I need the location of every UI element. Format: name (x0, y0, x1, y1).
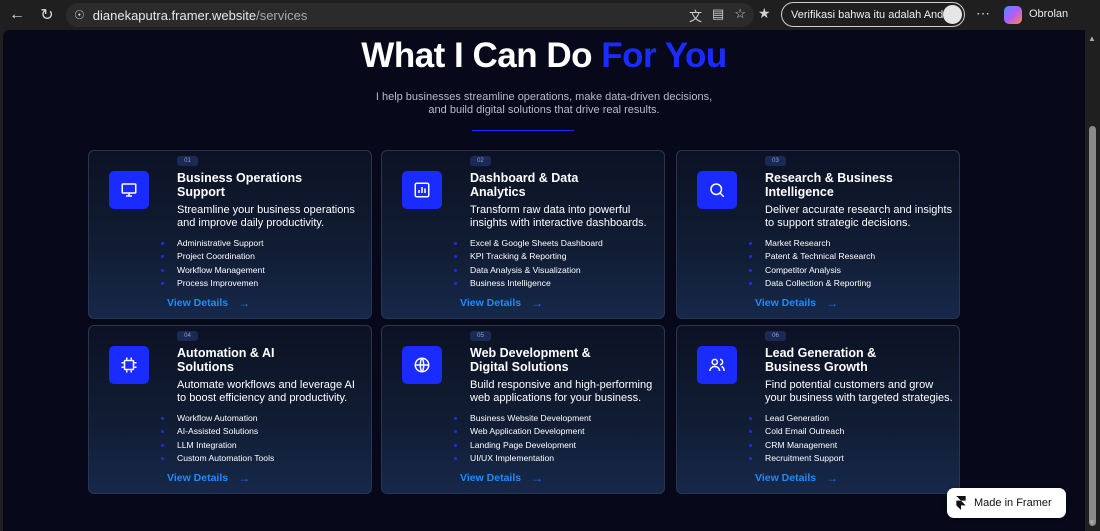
arrow-right-icon: → (238, 296, 251, 310)
list-item: Landing Page Development (454, 439, 591, 452)
list-item: Process Improvemen (161, 277, 265, 290)
globe-icon (402, 346, 442, 384)
url-text: dianekaputra.framer.website/services (92, 7, 308, 23)
scroll-up-icon[interactable]: ▲ (1088, 34, 1096, 43)
view-details-link[interactable]: View Details → (755, 471, 838, 485)
page-subtitle: I help businesses streamline operations,… (375, 91, 713, 116)
card-description: Streamline your business operations and i… (177, 204, 355, 229)
bar-chart-icon (402, 171, 442, 209)
card-number: 03 (765, 156, 786, 166)
card-description: Find potential customers and grow your bu… (765, 379, 953, 404)
card-title: Automation & AI Solutions (177, 346, 275, 374)
card-description: Automate workflows and leverage AI to boo… (177, 379, 355, 404)
copilot-label[interactable]: Obrolan (1029, 8, 1068, 20)
list-item: Recruitment Support (749, 452, 844, 465)
view-details-link[interactable]: View Details → (755, 296, 838, 310)
card-number: 05 (470, 331, 491, 341)
service-card-web-development[interactable]: 05 Web Development & Digital Solutions Bu… (381, 325, 665, 494)
card-title: Lead Generation & Business Growth (765, 346, 877, 374)
list-item: Excel & Google Sheets Dashboard (454, 237, 603, 250)
back-icon[interactable]: ← (4, 2, 30, 28)
card-description: Transform raw data into powerful insights… (470, 204, 647, 229)
reader-mode-icon[interactable]: ▤ (712, 6, 724, 25)
card-feature-list: Excel & Google Sheets Dashboard KPI Trac… (454, 237, 603, 291)
card-number: 02 (470, 156, 491, 166)
translate-icon[interactable]: 文 (689, 6, 702, 25)
list-item: Custom Automation Tools (161, 452, 274, 465)
page-scrollbar[interactable]: ▲ ▼ (1085, 30, 1100, 531)
monitor-icon (109, 171, 149, 209)
framer-logo-icon (956, 496, 966, 510)
view-details-link[interactable]: View Details → (460, 471, 543, 485)
card-feature-list: Lead Generation Cold Email Outreach CRM … (749, 412, 844, 466)
card-title: Dashboard & Data Analytics (470, 171, 579, 199)
scroll-down-icon[interactable]: ▼ (1088, 518, 1096, 527)
favorites-bar-icon[interactable]: ★ (758, 5, 771, 22)
card-feature-list: Market Research Patent & Technical Resea… (749, 237, 875, 291)
card-description: Build responsive and high-performing web … (470, 379, 653, 404)
page-title: What I Can Do For You (361, 36, 727, 75)
list-item: Business Website Development (454, 412, 591, 425)
address-bar[interactable]: ☉ dianekaputra.framer.website/services 文… (66, 3, 754, 27)
card-feature-list: Administrative Support Project Coordinat… (161, 237, 265, 291)
list-item: KPI Tracking & Reporting (454, 250, 603, 263)
list-item: Workflow Management (161, 264, 265, 277)
list-item: Cold Email Outreach (749, 425, 844, 438)
search-icon (697, 171, 737, 209)
card-title: Web Development & Digital Solutions (470, 346, 591, 374)
list-item: Web Application Development (454, 425, 591, 438)
card-number: 01 (177, 156, 198, 166)
more-menu-icon[interactable]: ⋯ (976, 5, 990, 22)
service-card-dashboard-analytics[interactable]: 02 Dashboard & Data Analytics Transform r… (381, 150, 665, 319)
card-number: 06 (765, 331, 786, 341)
service-card-lead-generation[interactable]: 06 Lead Generation & Business Growth Find… (676, 325, 960, 494)
page-viewport: What I Can Do For You I help businesses … (3, 30, 1085, 531)
site-info-icon[interactable]: ☉ (74, 8, 85, 22)
view-details-link[interactable]: View Details → (460, 296, 543, 310)
list-item: Administrative Support (161, 237, 265, 250)
avatar (943, 5, 962, 24)
view-details-link[interactable]: View Details → (167, 471, 250, 485)
card-description: Deliver accurate research and insights to… (765, 204, 953, 229)
users-icon (697, 346, 737, 384)
cpu-chip-icon (109, 346, 149, 384)
browser-toolbar: ← ↻ ☉ dianekaputra.framer.website/servic… (0, 0, 1100, 30)
card-title: Research & Business Intelligence (765, 171, 893, 199)
list-item: Workflow Automation (161, 412, 274, 425)
made-in-framer-badge[interactable]: Made in Framer (947, 488, 1066, 518)
arrow-right-icon: → (531, 471, 544, 485)
title-divider (472, 130, 574, 131)
card-feature-list: Workflow Automation AI-Assisted Solution… (161, 412, 274, 466)
list-item: AI-Assisted Solutions (161, 425, 274, 438)
list-item: Lead Generation (749, 412, 844, 425)
list-item: LLM Integration (161, 439, 274, 452)
list-item: Project Coordination (161, 250, 265, 263)
service-card-research[interactable]: 03 Research & Business Intelligence Deliv… (676, 150, 960, 319)
list-item: CRM Management (749, 439, 844, 452)
profile-button[interactable]: Verifikasi bahwa itu adalah Anda (781, 2, 965, 27)
arrow-right-icon: → (238, 471, 251, 485)
card-feature-list: Business Website Development Web Applica… (454, 412, 591, 466)
arrow-right-icon: → (826, 471, 839, 485)
list-item: Competitor Analysis (749, 264, 875, 277)
card-number: 04 (177, 331, 198, 341)
scrollbar-thumb[interactable] (1089, 126, 1096, 526)
view-details-link[interactable]: View Details → (167, 296, 250, 310)
list-item: UI/UX Implementation (454, 452, 591, 465)
profile-text: Verifikasi bahwa itu adalah Anda (791, 8, 950, 21)
list-item: Data Analysis & Visualization (454, 264, 603, 277)
favorite-star-icon[interactable]: ☆ (734, 6, 746, 25)
copilot-icon[interactable] (1004, 6, 1022, 24)
service-card-business-operations[interactable]: 01 Business Operations Support Streamline… (88, 150, 372, 319)
list-item: Patent & Technical Research (749, 250, 875, 263)
arrow-right-icon: → (531, 296, 544, 310)
list-item: Market Research (749, 237, 875, 250)
list-item: Business Intelligence (454, 277, 603, 290)
card-title: Business Operations Support (177, 171, 303, 199)
service-card-automation-ai[interactable]: 04 Automation & AI Solutions Automate wor… (88, 325, 372, 494)
badge-label: Made in Framer (974, 497, 1052, 509)
arrow-right-icon: → (826, 296, 839, 310)
list-item: Data Collection & Reporting (749, 277, 875, 290)
reload-icon[interactable]: ↻ (34, 2, 60, 28)
